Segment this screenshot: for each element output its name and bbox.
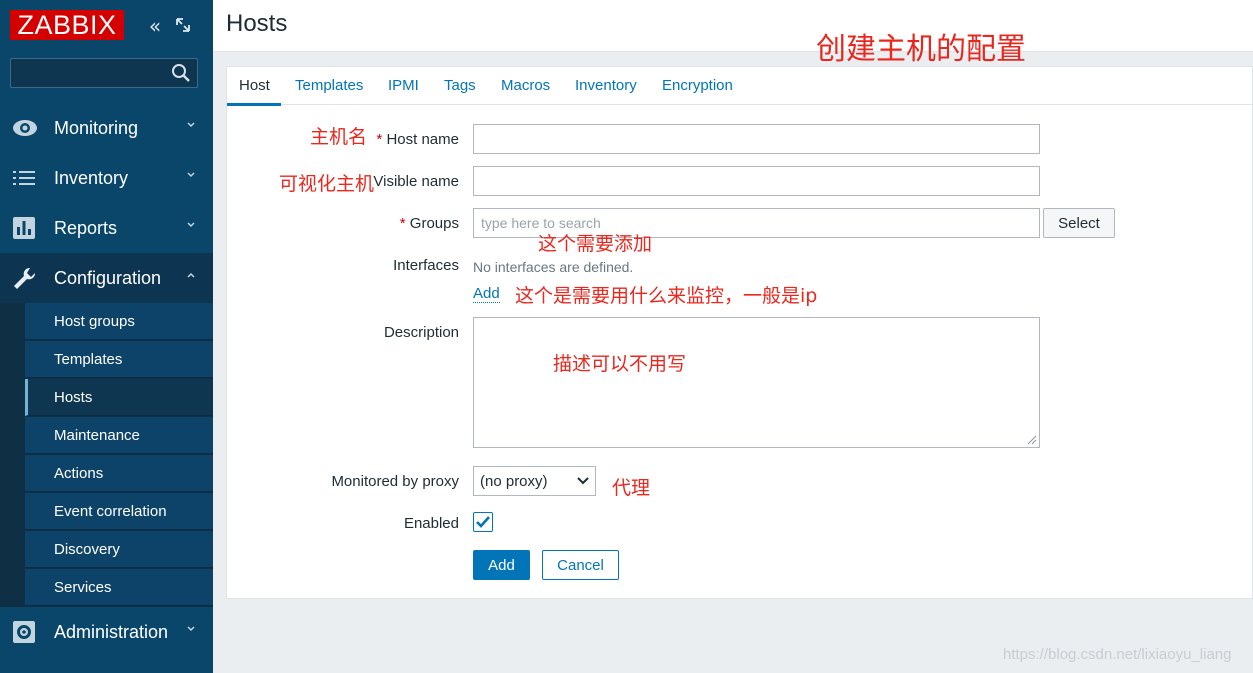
menu-label: Administration: [54, 622, 169, 642]
submenu-hosts[interactable]: Hosts: [25, 379, 213, 416]
proxy-selected-value: (no proxy): [480, 473, 548, 490]
annotation-visible-name: 可视化主机: [279, 173, 375, 195]
visible-name-label: Visible name: [373, 173, 459, 190]
wrench-icon: [14, 267, 36, 289]
menu-administration[interactable]: Administration: [0, 607, 213, 657]
annotation-host-name: 主机名: [310, 126, 368, 148]
page-title: Hosts: [226, 10, 288, 37]
submenu-label: Host groups: [54, 313, 135, 330]
menu-configuration[interactable]: Configuration: [0, 253, 213, 303]
sidebar-controls: «: [144, 14, 194, 38]
host-name-input[interactable]: [474, 125, 1039, 153]
resize-handle-icon[interactable]: [1027, 435, 1037, 445]
menu-reports[interactable]: Reports: [0, 203, 213, 253]
submenu-host-groups[interactable]: Host groups: [25, 303, 213, 340]
submenu-label: Services: [54, 579, 112, 596]
submenu-templates[interactable]: Templates: [25, 341, 213, 378]
no-interfaces-text: No interfaces are defined.: [473, 259, 634, 275]
annotation-description: 描述可以不用写: [553, 353, 687, 375]
visible-name-field: [473, 166, 1040, 196]
zabbix-logo[interactable]: ZABBIX: [10, 10, 124, 40]
sidebar: ZABBIX « Monitoring Inventory Reports Co…: [0, 0, 213, 673]
list-icon: [13, 171, 35, 185]
host-form-panel: Host Templates IPMI Tags Macros Inventor…: [226, 66, 1253, 599]
submenu-actions[interactable]: Actions: [25, 455, 213, 492]
submenu-event-correlation[interactable]: Event correlation: [25, 493, 213, 530]
chevron-down-icon: [187, 122, 195, 128]
tab-tags[interactable]: Tags: [444, 77, 476, 94]
description-label: Description: [383, 324, 459, 341]
chevron-up-icon: [187, 272, 195, 278]
description-textarea[interactable]: [473, 317, 1040, 448]
submenu-label: Discovery: [54, 541, 120, 558]
chevron-down-icon: [577, 477, 589, 485]
submenu-label: Hosts: [54, 389, 93, 406]
checkmark-icon: [476, 516, 490, 528]
chevron-down-icon: [187, 222, 195, 228]
visible-name-input[interactable]: [474, 167, 1039, 195]
tab-host[interactable]: Host: [239, 77, 270, 94]
submenu-maintenance[interactable]: Maintenance: [25, 417, 213, 454]
bar-chart-icon: [13, 217, 35, 239]
label-text: Groups: [409, 215, 459, 232]
interfaces-label: Interfaces: [393, 257, 459, 274]
page-header: Hosts: [213, 0, 1253, 52]
submenu-services[interactable]: Services: [25, 569, 213, 606]
submenu-label: Templates: [54, 351, 123, 368]
eye-icon: [13, 120, 37, 136]
tab-bar: Host Templates IPMI Tags Macros Inventor…: [227, 67, 1253, 106]
submenu-label: Actions: [54, 465, 104, 482]
configuration-submenu: Host groups Templates Hosts Maintenance …: [0, 303, 213, 607]
menu-label: Monitoring: [54, 118, 139, 138]
select-groups-button[interactable]: Select: [1043, 208, 1115, 238]
menu-inventory[interactable]: Inventory: [0, 153, 213, 203]
label-text: Host name: [386, 131, 459, 148]
gear-icon: [13, 621, 35, 643]
add-button[interactable]: Add: [473, 550, 530, 580]
menu-label: Configuration: [54, 268, 162, 288]
groups-label: * Groups: [400, 215, 459, 232]
required-mark: *: [376, 131, 383, 148]
menu-label: Inventory: [54, 168, 129, 188]
enabled-checkbox[interactable]: [473, 512, 493, 532]
tab-encryption[interactable]: Encryption: [662, 77, 733, 94]
enabled-label: Enabled: [403, 515, 459, 532]
proxy-label: Monitored by proxy: [331, 473, 459, 490]
sidebar-search: [10, 58, 198, 88]
menu-label: Reports: [54, 218, 118, 238]
annotation-title: 创建主机的配置: [816, 32, 1026, 67]
chevron-down-icon: [187, 172, 195, 178]
chevron-down-icon: [187, 626, 195, 632]
add-interface-link[interactable]: Add: [473, 285, 500, 303]
search-icon[interactable]: [171, 63, 191, 83]
host-name-field: [473, 124, 1040, 154]
annotation-proxy: 代理: [612, 477, 651, 499]
annotation-groups: 这个需要添加: [538, 233, 653, 255]
double-chevron-left-icon[interactable]: «: [144, 14, 166, 38]
watermark: https://blog.csdn.net/lixiaoyu_liang: [1003, 646, 1232, 663]
submenu-label: Maintenance: [54, 427, 140, 444]
required-mark: *: [399, 215, 406, 232]
submenu-discovery[interactable]: Discovery: [25, 531, 213, 568]
proxy-select[interactable]: (no proxy): [473, 466, 596, 496]
submenu-label: Event correlation: [54, 503, 167, 520]
tab-macros[interactable]: Macros: [501, 77, 550, 94]
annotation-interfaces: 这个是需要用什么来监控，一般是ip: [515, 285, 818, 307]
menu-monitoring[interactable]: Monitoring: [0, 103, 213, 153]
expand-icon[interactable]: [172, 14, 194, 38]
active-tab-indicator: [227, 103, 281, 106]
search-input[interactable]: [11, 59, 161, 87]
host-name-label: * Host name: [376, 131, 459, 148]
tab-ipmi[interactable]: IPMI: [388, 77, 419, 94]
tab-templates[interactable]: Templates: [295, 77, 363, 94]
tab-inventory[interactable]: Inventory: [575, 77, 637, 94]
cancel-button[interactable]: Cancel: [542, 550, 619, 580]
